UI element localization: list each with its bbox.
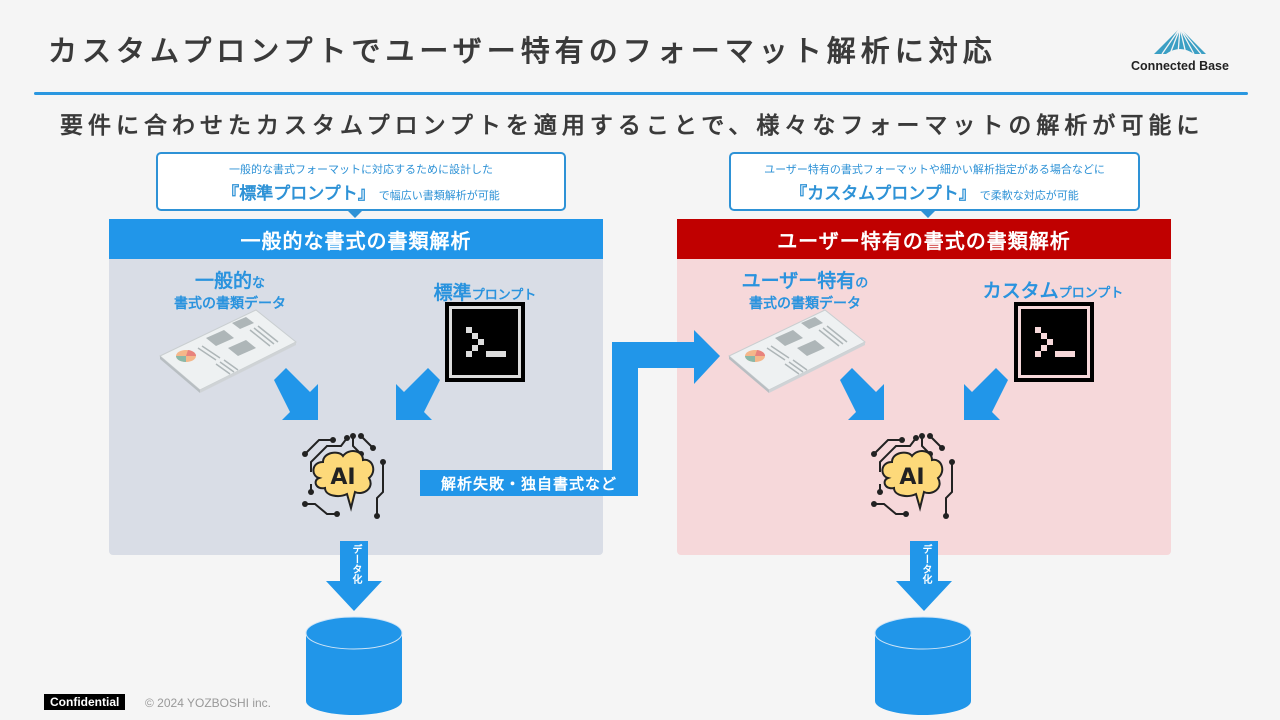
logo-mountain-icon: [1154, 27, 1206, 55]
copyright-text: © 2024 YOZBOSHI inc.: [145, 696, 272, 710]
label-main: ユーザー特有: [741, 270, 856, 292]
connected-base-logo: Connected Base: [1118, 26, 1248, 78]
label-suffix: の: [855, 276, 869, 291]
label-suffix: プロンプト: [471, 288, 537, 303]
title-divider: [34, 92, 1248, 95]
ai-text: AI: [330, 465, 355, 490]
general-doc-label: 一般的な 書式の書類データ: [160, 266, 300, 313]
callout-note: で柔軟な対応が可能: [979, 189, 1079, 202]
standard-prompt-terminal-icon: [445, 302, 525, 382]
custom-prompt-label: カスタムプロンプト: [968, 276, 1138, 303]
callout-note: で幅広い書類解析が可能: [378, 189, 500, 202]
callout-pointer: [347, 210, 363, 218]
callout-description: ユーザー特有の書式フォーマットや細かい解析指定がある場合などに: [764, 163, 1105, 176]
callout-pointer: [920, 210, 936, 218]
callout-highlight: 『カスタムプロンプト』: [790, 184, 976, 204]
slide-subtitle: 要件に合わせたカスタムプロンプトを適用することで、様々なフォーマットの解析が可能…: [60, 113, 1205, 139]
arrow-down-left-icon: [396, 368, 440, 420]
database-icon: [874, 616, 972, 715]
ai-text: AI: [899, 465, 924, 490]
label-suffix: プロンプト: [1058, 286, 1124, 301]
label-main: 標準: [433, 282, 472, 304]
label-main: 一般的: [194, 270, 252, 292]
analysis-failure-label: 解析失敗・独自書式など: [420, 470, 638, 496]
data-conversion-label: データ化: [350, 544, 361, 584]
label-suffix: な: [252, 276, 266, 291]
ai-brain-icon: AI: [302, 433, 386, 519]
standard-prompt-callout: 一般的な書式フォーマットに対応するために設計した 『標準プロンプト』 で幅広い書類…: [156, 152, 566, 218]
logo-text: Connected Base: [1131, 59, 1229, 73]
slide-title: カスタムプロンプトでユーザー特有のフォーマット解析に対応: [48, 34, 997, 68]
custom-prompt-terminal-icon: [1014, 302, 1094, 382]
callout-description: 一般的な書式フォーマットに対応するために設計した: [229, 163, 493, 176]
standard-prompt-label: 標準プロンプト: [410, 278, 560, 305]
custom-prompt-callout: ユーザー特有の書式フォーマットや細かい解析指定がある場合などに 『カスタムプロン…: [729, 152, 1140, 218]
arrow-down-right-icon: [840, 368, 884, 420]
database-icon: [305, 616, 403, 715]
user-format-header: ユーザー特有の書式の書類解析: [677, 219, 1171, 259]
arrow-down-left-icon: [964, 368, 1008, 420]
ai-brain-icon: AI: [871, 433, 955, 519]
general-format-header: 一般的な書式の書類解析: [109, 219, 603, 259]
callout-highlight: 『標準プロンプト』: [222, 184, 375, 204]
confidential-badge: Confidential: [44, 694, 126, 710]
arrow-down-right-icon: [274, 368, 318, 420]
user-doc-label: ユーザー特有の 書式の書類データ: [730, 266, 880, 313]
data-conversion-label: データ化: [920, 544, 931, 584]
label-main: カスタム: [982, 280, 1059, 302]
